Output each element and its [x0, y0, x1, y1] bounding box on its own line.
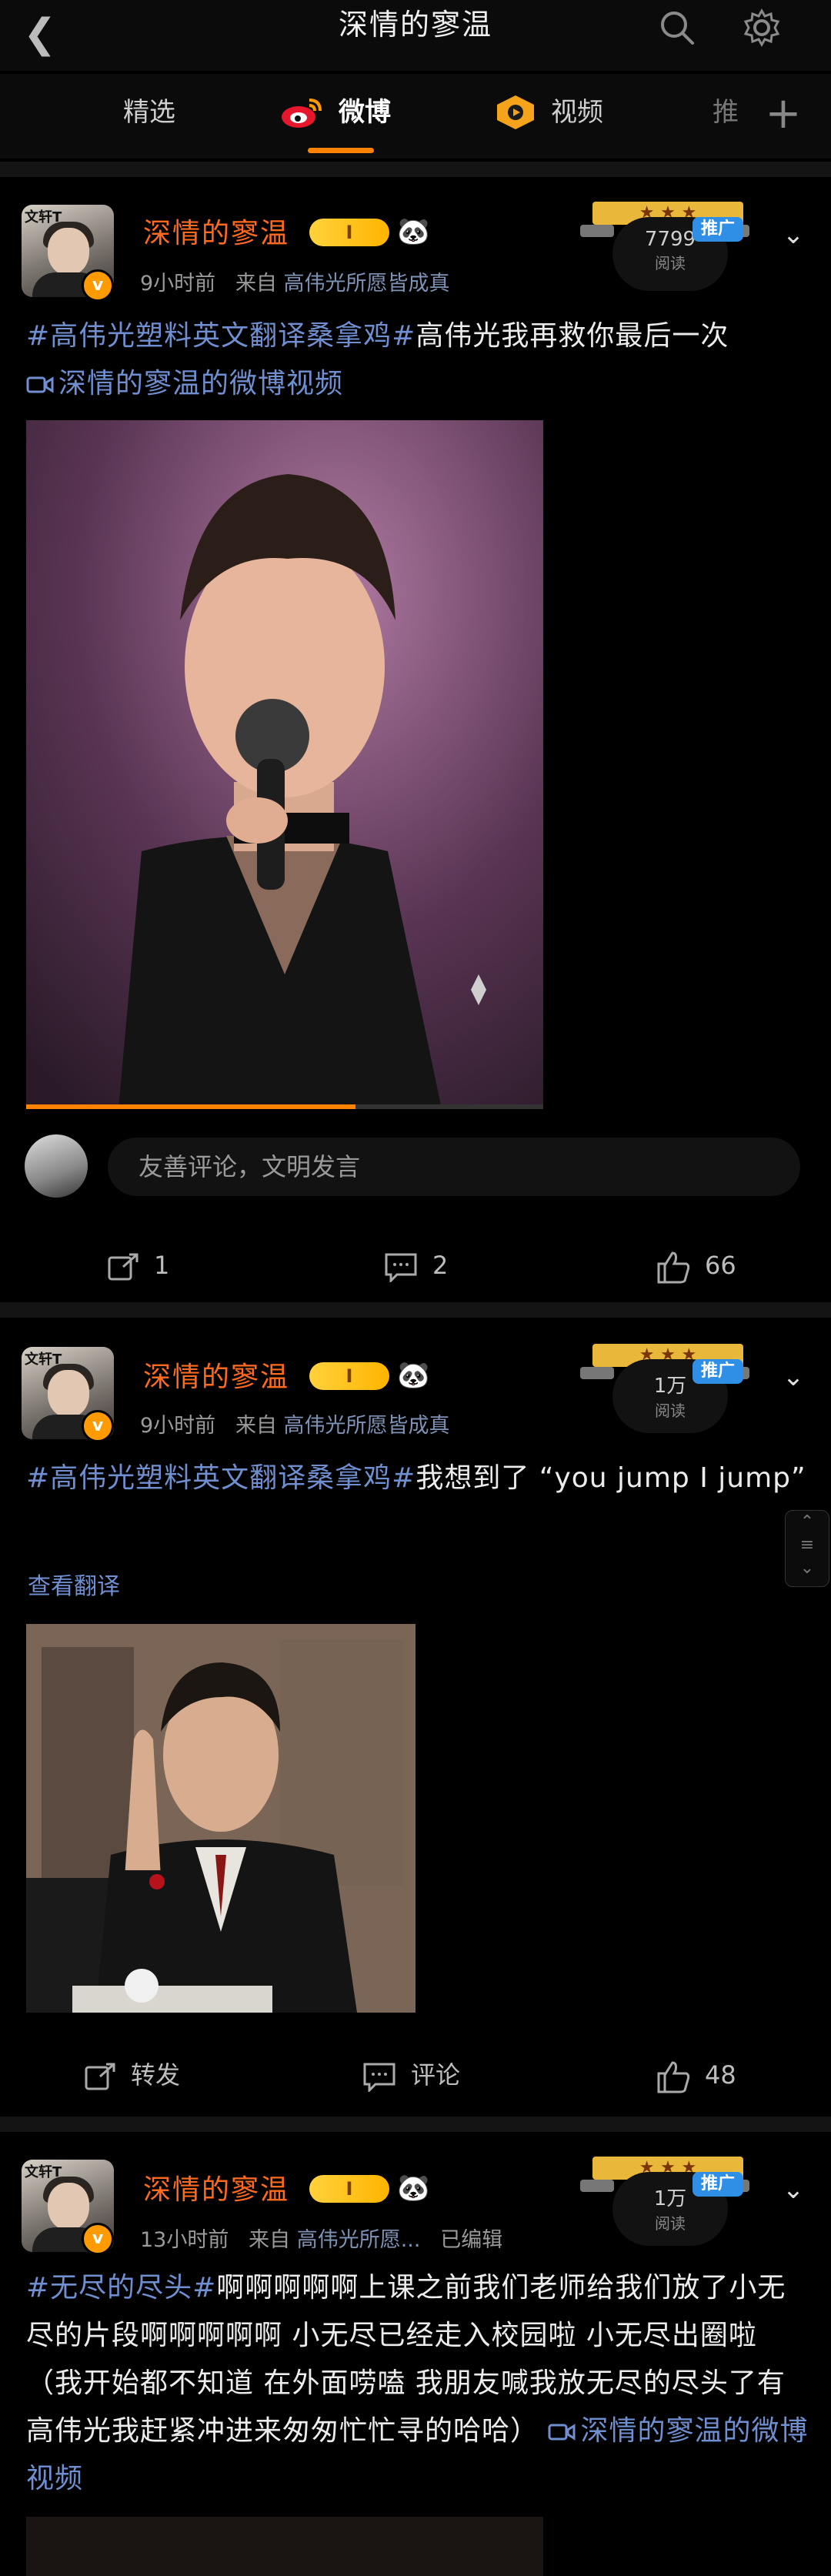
- repost-label: 转发: [131, 2060, 181, 2090]
- divider: [0, 1302, 831, 1318]
- verified-badge-icon: v: [82, 2223, 114, 2255]
- from-label: 来自: [249, 2228, 291, 2252]
- read-label: 阅读: [655, 2214, 686, 2233]
- like-count: 48: [705, 2060, 736, 2090]
- like-button[interactable]: 66: [656, 1235, 736, 1296]
- video-camera-icon: [548, 2424, 576, 2441]
- panda-icon: 🐼: [397, 2173, 430, 2203]
- vip-badge: I: [309, 1362, 389, 1390]
- post-body: #高伟光塑料英文翻译桑拿鸡#高伟光我再救你最后一次 深情的寥温的微博视频: [26, 312, 811, 408]
- username[interactable]: 深情的寥温: [143, 2167, 289, 2207]
- chevron-down-icon[interactable]: ⌄: [776, 1359, 811, 1395]
- hashtag-link[interactable]: #高伟光塑料英文翻译桑拿鸡#: [26, 320, 416, 352]
- repost-button[interactable]: 1: [106, 1235, 169, 1296]
- translate-link[interactable]: 查看翻译: [28, 1567, 120, 1601]
- promo-stats[interactable]: ★ ★ ★ 7799 阅读 推广: [580, 202, 749, 292]
- thumbs-up-icon: [657, 2061, 690, 2093]
- hashtag-link[interactable]: #无尽的尽头#: [26, 2272, 216, 2304]
- active-tab-indicator: [308, 148, 374, 153]
- tab-video[interactable]: 视频: [551, 89, 603, 135]
- comment-input[interactable]: 友善评论，文明发言: [108, 1138, 800, 1196]
- hashtag-link[interactable]: #高伟光塑料英文翻译桑拿鸡#: [26, 1462, 416, 1494]
- tab-more[interactable]: 推: [713, 89, 739, 135]
- comment-icon: [363, 2063, 395, 2093]
- thumbs-up-icon: [657, 1251, 690, 1284]
- comment-icon: [385, 1253, 417, 1284]
- like-count: 66: [705, 1251, 736, 1280]
- repost-button[interactable]: 转发: [83, 2044, 180, 2106]
- verified-badge-icon: v: [82, 269, 114, 302]
- post-time: 9小时前: [140, 272, 216, 296]
- vip-badge: I: [309, 219, 389, 246]
- post-body: #无尽的尽头#啊啊啊啊啊上课之前我们老师给我们放了小无尽的片段啊啊啊啊啊 小无尽…: [26, 2264, 811, 2503]
- weibo-logo-icon: [280, 95, 325, 129]
- chevron-down-icon[interactable]: ⌄: [776, 2172, 811, 2207]
- from-label: 来自: [235, 272, 277, 296]
- username[interactable]: 深情的寥温: [143, 211, 289, 251]
- comment-label: 评论: [411, 2060, 461, 2090]
- username[interactable]: 深情的寥温: [143, 1355, 289, 1395]
- promo-tag: 推广: [692, 2172, 743, 2197]
- divider: [0, 162, 831, 177]
- repost-count: 1: [154, 1251, 170, 1280]
- like-button[interactable]: 48: [656, 2044, 736, 2106]
- post-actions: 1 2 66: [0, 1235, 831, 1296]
- post-time: 13小时前: [140, 2228, 229, 2252]
- scroll-handle[interactable]: ⌃ ≡ ⌄: [785, 1510, 829, 1587]
- comment-button[interactable]: 评论: [362, 2044, 460, 2106]
- post-image[interactable]: [26, 1624, 416, 2013]
- read-label: 阅读: [655, 254, 686, 272]
- comment-bar: 友善评论，文明发言: [25, 1131, 806, 1201]
- vip-badge: I: [309, 2175, 389, 2203]
- page-title: 深情的寥温: [338, 8, 492, 42]
- post-meta: 9小时前 来自 高伟光所愿皆成真: [140, 1408, 450, 1438]
- read-label: 阅读: [655, 1402, 686, 1420]
- post-body: #高伟光塑料英文翻译桑拿鸡#我想到了 “you jump I jump”: [26, 1455, 811, 1502]
- divider: [0, 2117, 831, 2132]
- from-label: 来自: [235, 1414, 277, 1438]
- repost-icon: [108, 1253, 138, 1281]
- video-camera-icon: [26, 376, 54, 393]
- post-meta: 9小时前 来自 高伟光所愿皆成真: [140, 266, 450, 296]
- promo-tag: 推广: [692, 217, 743, 242]
- my-avatar: [25, 1134, 88, 1198]
- video-thumbnail[interactable]: [26, 420, 543, 1109]
- video-progress: [26, 1104, 355, 1109]
- panda-icon: 🐼: [397, 216, 430, 247]
- panda-icon: 🐼: [397, 1360, 430, 1391]
- gear-icon[interactable]: [740, 6, 783, 49]
- verified-badge-icon: v: [82, 1410, 114, 1442]
- post-time: 9小时前: [140, 1414, 216, 1438]
- post-source[interactable]: 高伟光所愿...: [297, 2228, 421, 2252]
- comment-button[interactable]: 2: [383, 1235, 448, 1296]
- repost-icon: [85, 2063, 115, 2090]
- post-source[interactable]: 高伟光所愿皆成真: [284, 272, 450, 296]
- comment-count: 2: [432, 1251, 449, 1280]
- edited-label: 已编辑: [440, 2228, 503, 2252]
- chevron-down-icon[interactable]: ⌄: [776, 217, 811, 252]
- video-thumbnail[interactable]: [26, 2517, 543, 2576]
- add-tab-icon[interactable]: +: [760, 91, 806, 137]
- promo-stats[interactable]: ★ ★ ★ 1万 阅读 推广: [580, 1344, 749, 1435]
- video-link[interactable]: 深情的寥温的微博视频: [26, 368, 343, 399]
- post-meta: 13小时前 来自 高伟光所愿... 已编辑: [140, 2223, 502, 2253]
- tab-bar: 精选 微博 视频 推: [0, 74, 831, 159]
- tab-weibo[interactable]: 微博: [339, 89, 391, 135]
- promo-stats[interactable]: ★ ★ ★ 1万 阅读 推广: [580, 2157, 749, 2247]
- search-icon[interactable]: [656, 6, 699, 49]
- post-text: 高伟光我再救你最后一次: [416, 320, 729, 352]
- video-link-text[interactable]: 深情的寥温的微博视频: [58, 368, 343, 399]
- post-text: 我想到了 “you jump I jump”: [416, 1462, 806, 1494]
- promo-tag: 推广: [692, 1359, 743, 1384]
- post-actions: 转发 评论 48: [0, 2044, 831, 2106]
- video-tab-icon: [494, 94, 537, 131]
- post-source[interactable]: 高伟光所愿皆成真: [284, 1414, 450, 1438]
- tab-featured[interactable]: 精选: [123, 89, 175, 135]
